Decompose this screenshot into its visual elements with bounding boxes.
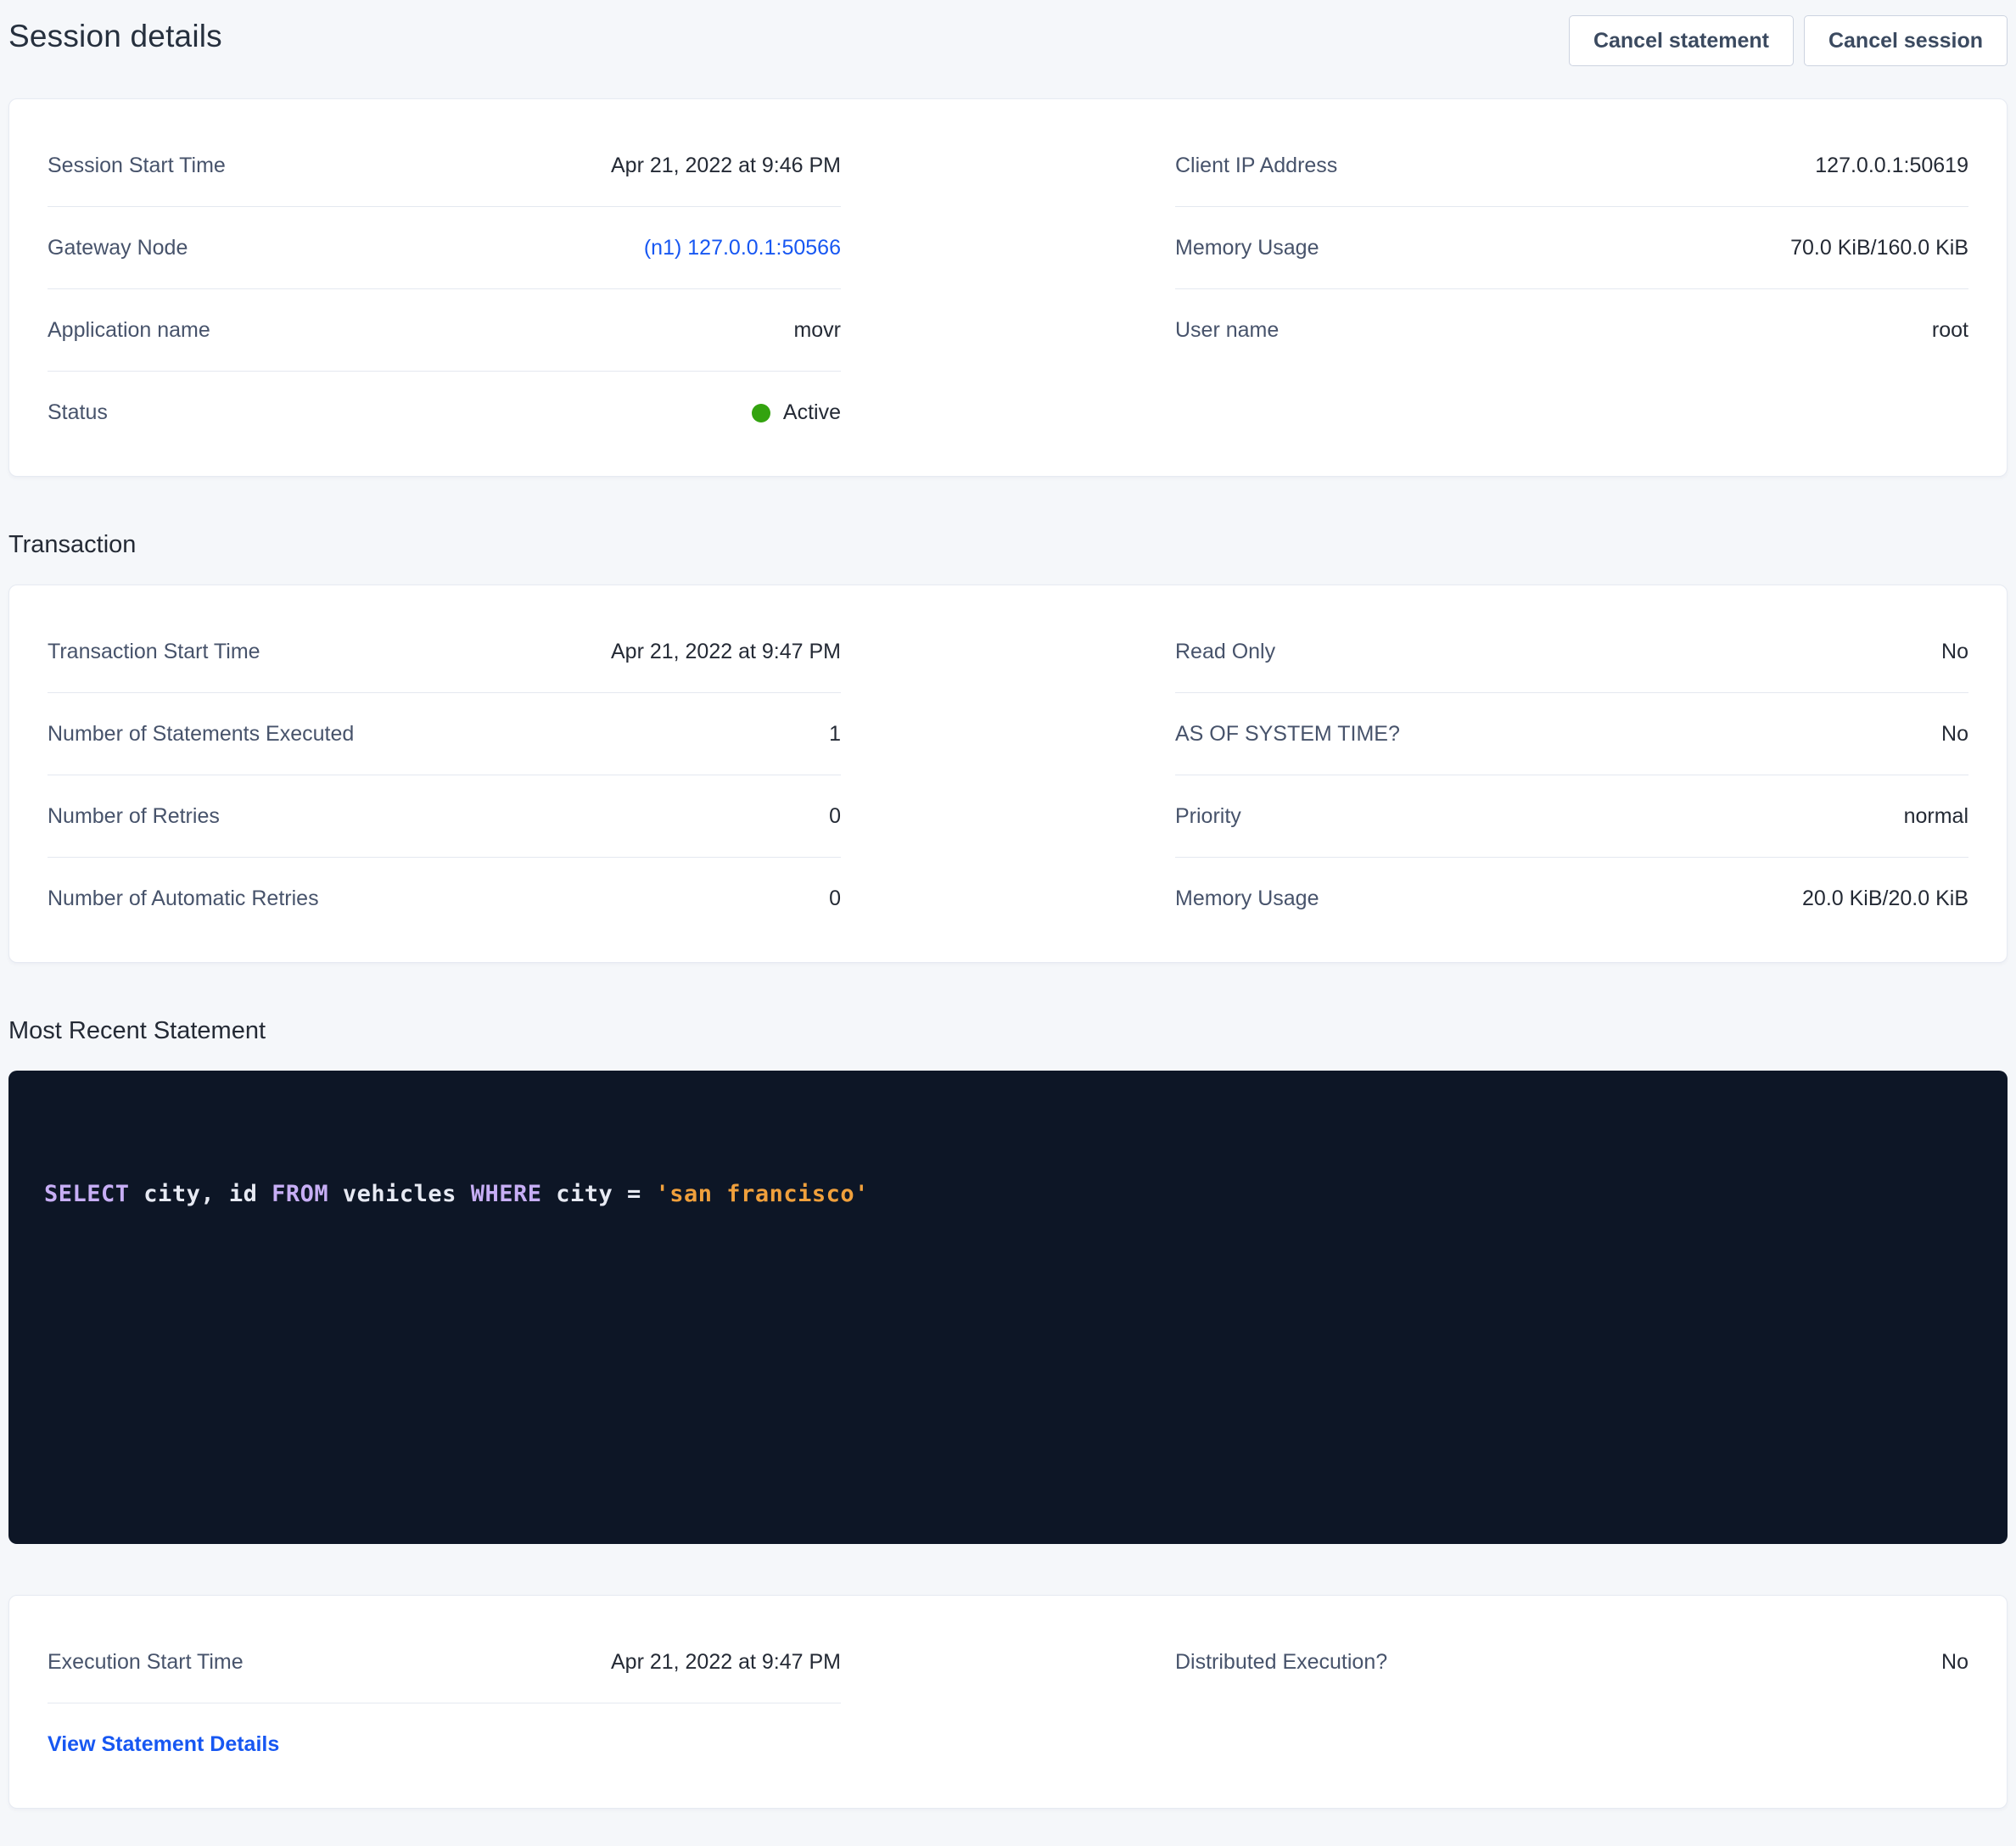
execution-left-column: Execution Start Time Apr 21, 2022 at 9:4… bbox=[48, 1621, 841, 1786]
transaction-section-heading: Transaction bbox=[8, 531, 2008, 559]
row-as-of-system-time: AS OF SYSTEM TIME? No bbox=[1175, 693, 1968, 775]
info-label: Application name bbox=[48, 318, 210, 343]
info-label: Status bbox=[48, 400, 108, 425]
row-view-statement-details: View Statement Details bbox=[48, 1703, 841, 1786]
info-label: Transaction Start Time bbox=[48, 640, 260, 664]
row-application-name: Application name movr bbox=[48, 289, 841, 372]
cancel-statement-button[interactable]: Cancel statement bbox=[1569, 15, 1794, 66]
row-execution-start-time: Execution Start Time Apr 21, 2022 at 9:4… bbox=[48, 1621, 841, 1703]
info-label: Execution Start Time bbox=[48, 1650, 244, 1675]
info-label: AS OF SYSTEM TIME? bbox=[1175, 722, 1400, 747]
row-priority: Priority normal bbox=[1175, 775, 1968, 858]
row-distributed-execution: Distributed Execution? No bbox=[1175, 1621, 1968, 1703]
info-value: No bbox=[1941, 1650, 1968, 1675]
info-value: No bbox=[1941, 722, 1968, 747]
info-value: 20.0 KiB/20.0 KiB bbox=[1802, 887, 1968, 911]
info-label: Distributed Execution? bbox=[1175, 1650, 1387, 1675]
row-user-name: User name root bbox=[1175, 289, 1968, 372]
info-label: Session Start Time bbox=[48, 154, 226, 178]
info-value: root bbox=[1932, 318, 1968, 343]
info-label: Client IP Address bbox=[1175, 154, 1337, 178]
info-value: 0 bbox=[829, 804, 841, 829]
row-gateway-node: Gateway Node (n1) 127.0.0.1:50566 bbox=[48, 207, 841, 289]
info-value: Apr 21, 2022 at 9:47 PM bbox=[611, 640, 841, 664]
row-status: Status Active bbox=[48, 372, 841, 454]
info-label: Priority bbox=[1175, 804, 1241, 829]
cancel-session-button[interactable]: Cancel session bbox=[1804, 15, 2008, 66]
sql-statement: SELECT city, id FROM vehicles WHERE city… bbox=[44, 1179, 1972, 1210]
info-label: Gateway Node bbox=[48, 236, 188, 260]
row-session-start-time: Session Start Time Apr 21, 2022 at 9:46 … bbox=[48, 125, 841, 207]
transaction-card: Transaction Start Time Apr 21, 2022 at 9… bbox=[8, 585, 2008, 963]
gateway-node-link[interactable]: (n1) 127.0.0.1:50566 bbox=[644, 236, 841, 260]
row-automatic-retries: Number of Automatic Retries 0 bbox=[48, 858, 841, 940]
info-value: normal bbox=[1904, 804, 1968, 829]
page-header: Session details Cancel statement Cancel … bbox=[8, 12, 2008, 73]
status-value: Active bbox=[783, 400, 841, 425]
info-label: Memory Usage bbox=[1175, 236, 1319, 260]
transaction-left-column: Transaction Start Time Apr 21, 2022 at 9… bbox=[48, 611, 841, 940]
row-statements-executed: Number of Statements Executed 1 bbox=[48, 693, 841, 775]
info-label: User name bbox=[1175, 318, 1279, 343]
transaction-right-column: Read Only No AS OF SYSTEM TIME? No Prior… bbox=[1175, 611, 1968, 940]
info-label: Read Only bbox=[1175, 640, 1275, 664]
info-label: Number of Automatic Retries bbox=[48, 887, 319, 911]
session-details-page: Session details Cancel statement Cancel … bbox=[0, 0, 2016, 1827]
status-badge: Active bbox=[752, 400, 841, 425]
info-value: movr bbox=[793, 318, 841, 343]
view-statement-details-link[interactable]: View Statement Details bbox=[48, 1732, 279, 1757]
info-label: Memory Usage bbox=[1175, 887, 1319, 911]
session-summary-card: Session Start Time Apr 21, 2022 at 9:46 … bbox=[8, 98, 2008, 477]
info-value: 1 bbox=[829, 722, 841, 747]
session-summary-right-column: Client IP Address 127.0.0.1:50619 Memory… bbox=[1175, 125, 1968, 372]
page-title: Session details bbox=[8, 19, 222, 54]
row-client-ip-address: Client IP Address 127.0.0.1:50619 bbox=[1175, 125, 1968, 207]
info-label: Number of Retries bbox=[48, 804, 220, 829]
info-label: Number of Statements Executed bbox=[48, 722, 354, 747]
info-value: No bbox=[1941, 640, 1968, 664]
info-value: Apr 21, 2022 at 9:46 PM bbox=[611, 154, 841, 178]
row-transaction-start-time: Transaction Start Time Apr 21, 2022 at 9… bbox=[48, 611, 841, 693]
session-summary-left-column: Session Start Time Apr 21, 2022 at 9:46 … bbox=[48, 125, 841, 454]
sql-code-block: SELECT city, id FROM vehicles WHERE city… bbox=[8, 1071, 2008, 1544]
info-value: Apr 21, 2022 at 9:47 PM bbox=[611, 1650, 841, 1675]
info-value: 127.0.0.1:50619 bbox=[1815, 154, 1968, 178]
row-read-only: Read Only No bbox=[1175, 611, 1968, 693]
row-transaction-memory-usage: Memory Usage 20.0 KiB/20.0 KiB bbox=[1175, 858, 1968, 940]
info-value: 70.0 KiB/160.0 KiB bbox=[1790, 236, 1968, 260]
row-session-memory-usage: Memory Usage 70.0 KiB/160.0 KiB bbox=[1175, 207, 1968, 289]
row-number-of-retries: Number of Retries 0 bbox=[48, 775, 841, 858]
header-actions: Cancel statement Cancel session bbox=[1569, 15, 2008, 66]
most-recent-statement-heading: Most Recent Statement bbox=[8, 1017, 2008, 1045]
execution-right-column: Distributed Execution? No bbox=[1175, 1621, 1968, 1703]
active-status-icon bbox=[752, 404, 770, 422]
execution-details-card: Execution Start Time Apr 21, 2022 at 9:4… bbox=[8, 1595, 2008, 1809]
info-value: 0 bbox=[829, 887, 841, 911]
